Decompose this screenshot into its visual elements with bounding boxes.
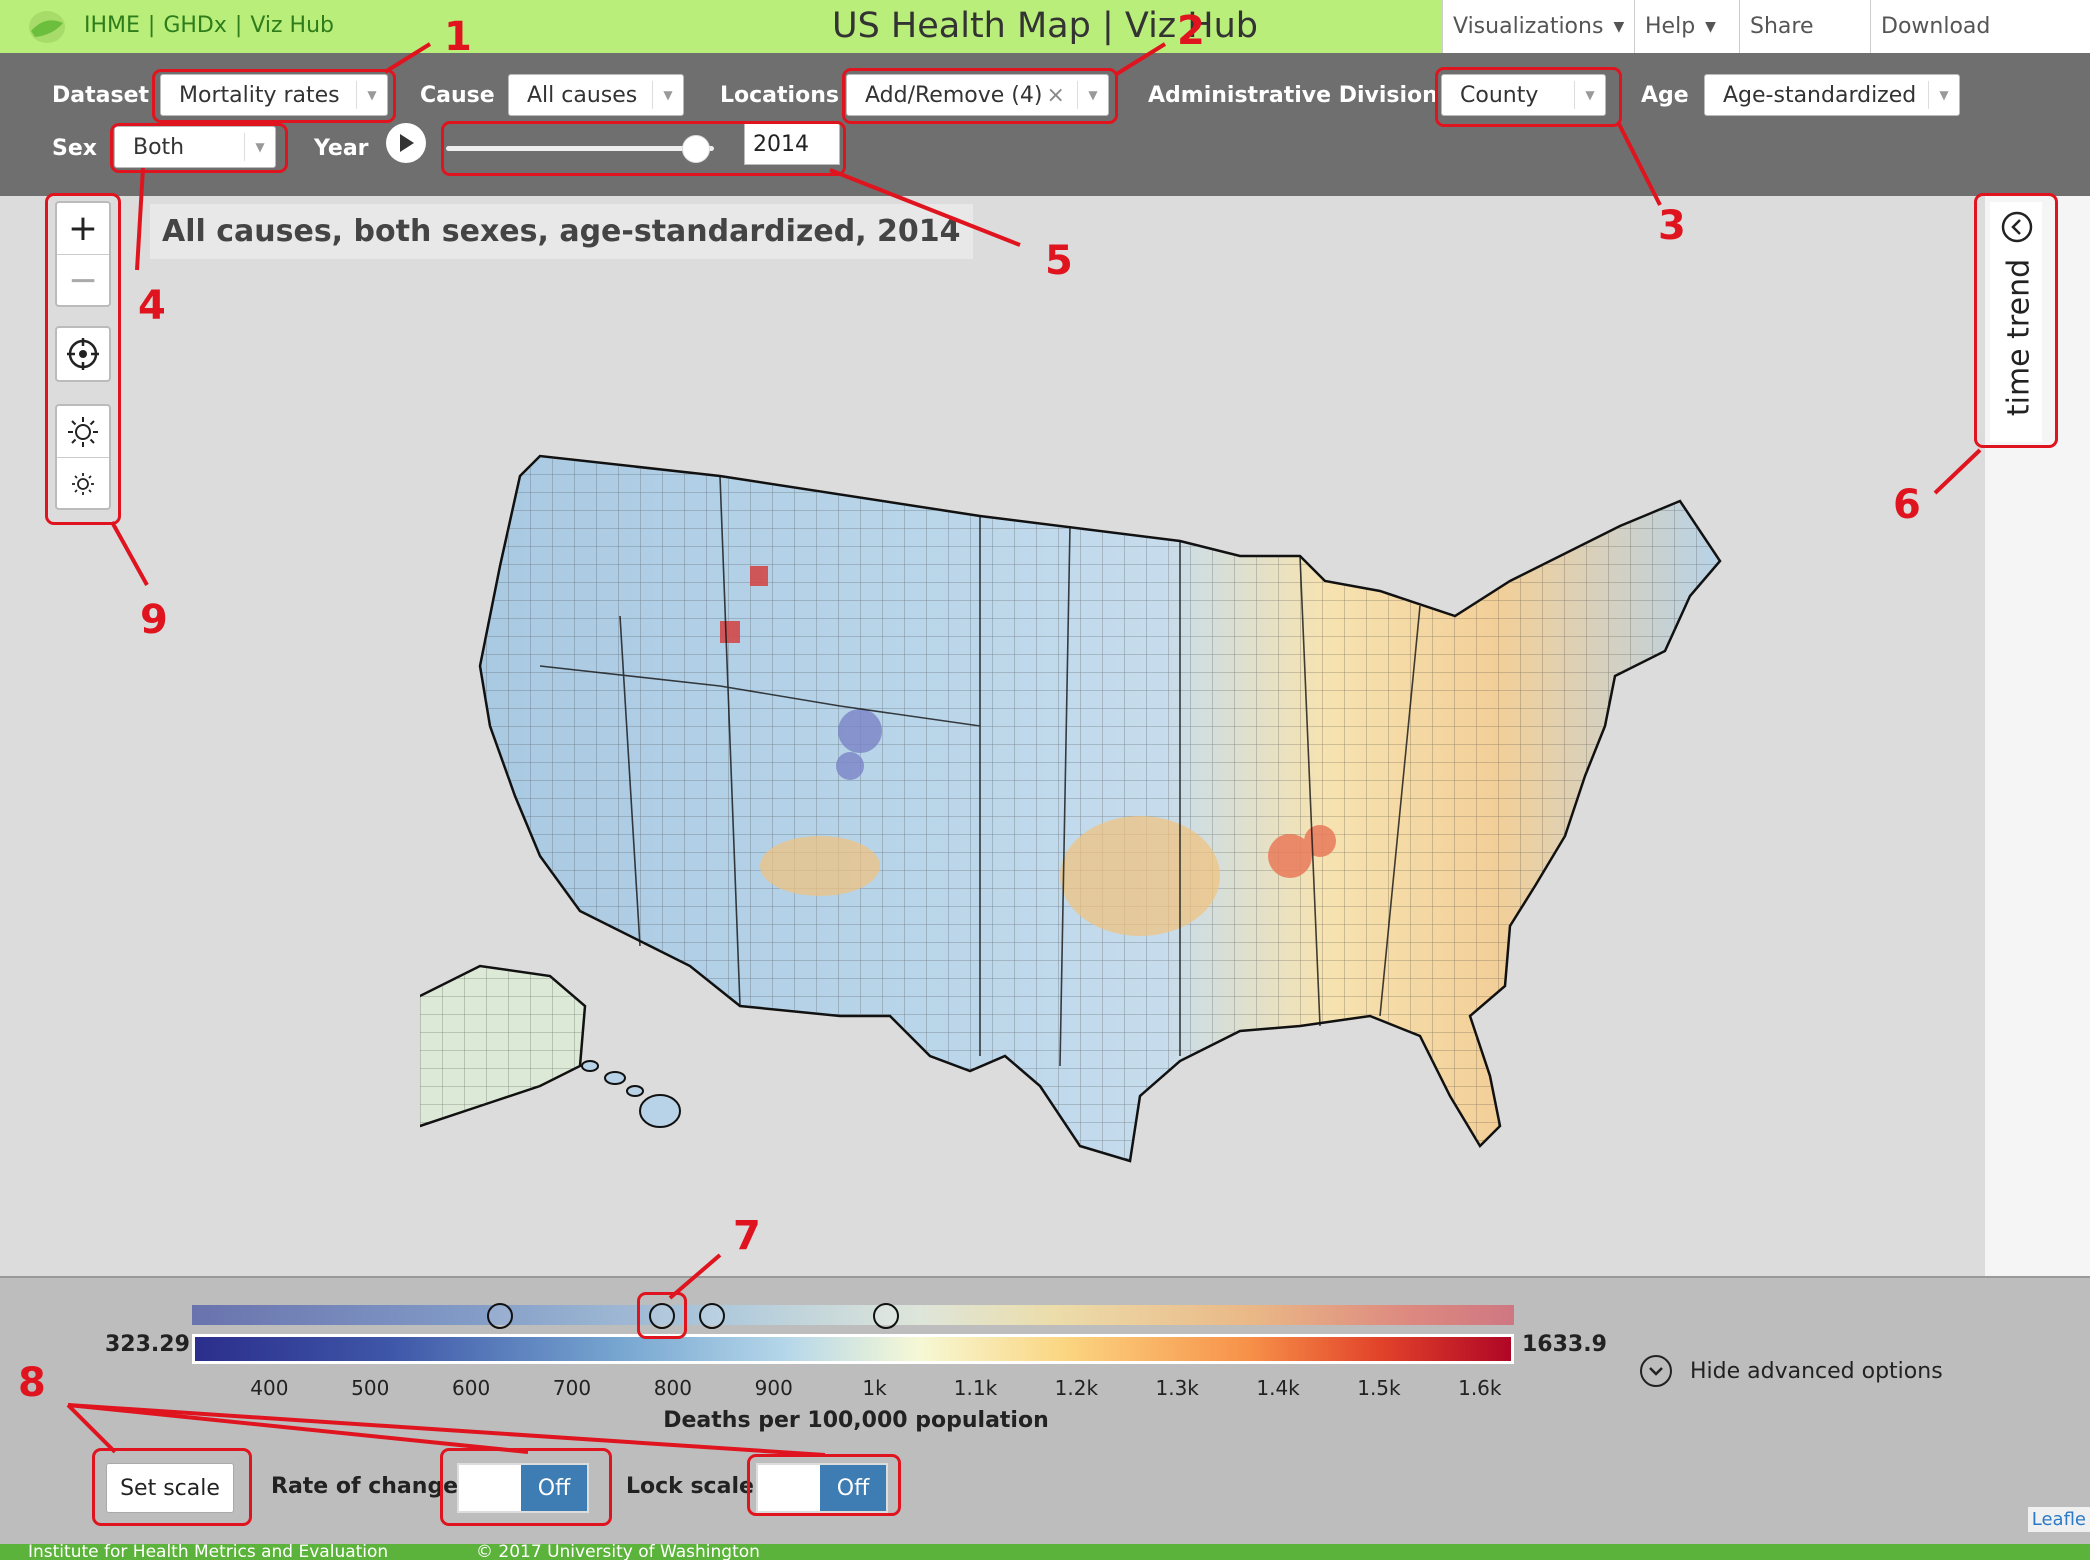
legend-selected-location-dot[interactable] <box>699 1303 726 1329</box>
annotation-box-legend-dot <box>637 1292 687 1339</box>
dataset-label: Dataset <box>52 83 150 108</box>
age-label: Age <box>1641 83 1689 108</box>
nav-visualizations[interactable]: Visualizations ▼ <box>1442 0 1634 53</box>
map-title: All causes, both sexes, age-standardized… <box>150 204 973 259</box>
legend-tick-label: 1.5k <box>1357 1376 1401 1400</box>
hide-advanced-options-label: Hide advanced options <box>1690 1358 1943 1384</box>
annotation-number-3: 3 <box>1658 203 1686 249</box>
annotation-number-1: 1 <box>444 14 472 60</box>
legend-tick-label: 1.2k <box>1054 1376 1099 1400</box>
rate-of-change-label: Rate of change <box>271 1474 459 1499</box>
annotation-box-map-controls <box>45 193 121 525</box>
legend-selected-location-dot[interactable] <box>487 1303 514 1329</box>
hide-advanced-options-button[interactable]: Hide advanced options <box>1640 1355 1943 1387</box>
nav-visualizations-label: Visualizations <box>1453 14 1604 39</box>
chevron-down-icon: ▼ <box>1928 81 1959 109</box>
legend-color-bar[interactable] <box>192 1334 1514 1364</box>
annotation-box-sex <box>110 123 288 173</box>
legend-distribution-strip <box>192 1305 1514 1325</box>
lock-scale-label: Lock scale <box>626 1474 754 1499</box>
cause-value: All causes <box>527 82 638 108</box>
us-county-map[interactable] <box>420 366 1800 1246</box>
chevron-down-icon: ▼ <box>652 81 683 109</box>
sex-label: Sex <box>52 136 97 161</box>
year-label: Year <box>314 136 369 161</box>
nav-help-label: Help <box>1645 14 1696 39</box>
legend-tick-label: 1k <box>862 1376 887 1400</box>
annotation-number-4: 4 <box>138 283 166 329</box>
annotation-number-5: 5 <box>1045 238 1073 284</box>
age-value: Age-standardized <box>1723 82 1917 108</box>
nav-download-label: Download <box>1881 14 1991 39</box>
locations-label: Locations <box>720 83 839 108</box>
annotation-number-2: 2 <box>1177 8 1205 54</box>
annotation-number-6: 6 <box>1893 482 1921 528</box>
legend-min-value: 323.29 <box>105 1332 190 1357</box>
legend-tick-label: 700 <box>552 1376 592 1400</box>
contiguous-us-shape[interactable] <box>478 454 1722 1163</box>
annotation-box-lock-scale <box>747 1454 901 1516</box>
legend-selected-location-dot[interactable] <box>872 1303 899 1329</box>
annotation-box-admin-division <box>1435 67 1622 127</box>
footer: Institute for Health Metrics and Evaluat… <box>0 1544 2090 1560</box>
play-button[interactable] <box>386 123 426 163</box>
alaska-shape[interactable] <box>420 964 587 1136</box>
annotation-box-rate-of-change <box>440 1448 612 1526</box>
legend-tick-label: 800 <box>653 1376 692 1400</box>
vizhub-link[interactable]: Viz Hub <box>250 13 334 38</box>
annotation-box-locations <box>842 68 1118 124</box>
legend-panel: 323.29 1633.9 400 500 600 700 800 900 1k 1.1k 1.… <box>0 1276 2090 1544</box>
legend-max-value: 1633.9 <box>1522 1332 1607 1357</box>
top-nav: Visualizations ▼ Help ▼ Share Download <box>1442 0 2090 53</box>
nav-share[interactable]: Share <box>1739 0 1870 53</box>
legend-tick-label: 600 <box>452 1376 491 1400</box>
annotation-box-year <box>441 121 846 176</box>
age-select[interactable]: Age-standardized ▼ <box>1704 74 1960 116</box>
annotation-box-set-scale <box>92 1448 252 1526</box>
legend-tick-label: 1.1k <box>953 1376 998 1400</box>
top-header: IHME | GHDx | Viz Hub US Health Map | Viz Hu… <box>0 0 2090 53</box>
chevron-down-circle-icon <box>1640 1355 1672 1387</box>
legend-tick-label: 500 <box>351 1376 390 1400</box>
ihme-logo-icon[interactable] <box>27 9 67 45</box>
legend-unit: Deaths per 100,000 population <box>663 1408 1049 1433</box>
nav-help[interactable]: Help ▼ <box>1634 0 1739 53</box>
hawaii-shape[interactable] <box>581 1060 681 1128</box>
legend-tick-label: 400 <box>250 1376 289 1400</box>
legend-tick-label: 1.3k <box>1155 1376 1199 1400</box>
admin-division-label: Administrative Division <box>1148 83 1438 108</box>
ihme-link[interactable]: IHME <box>84 13 140 38</box>
legend-tick-label: 1.6k <box>1458 1376 1502 1400</box>
cause-select[interactable]: All causes ▼ <box>508 74 684 116</box>
caret-down-icon: ▼ <box>1705 18 1716 35</box>
cause-label: Cause <box>420 83 495 108</box>
caret-down-icon: ▼ <box>1613 18 1625 35</box>
play-icon <box>400 134 414 152</box>
footer-copyright: © 2017 University of Washington <box>476 1544 760 1560</box>
ghdx-link[interactable]: GHDx <box>163 13 227 38</box>
leaflet-attribution-link[interactable]: Leafle <box>2027 1507 2090 1532</box>
footer-org: Institute for Health Metrics and Evaluat… <box>28 1544 389 1560</box>
legend-tick-label: 900 <box>754 1376 793 1400</box>
annotation-number-8: 8 <box>18 1360 46 1406</box>
legend-tick-label: 1.4k <box>1256 1376 1300 1400</box>
annotation-number-7: 7 <box>733 1213 761 1259</box>
annotation-box-time-trend <box>1974 193 2058 448</box>
map-area[interactable]: All causes, both sexes, age-standardized… <box>0 196 1985 1276</box>
site-links: IHME | GHDx | Viz Hub <box>84 13 334 38</box>
annotation-box-dataset <box>152 69 396 123</box>
annotation-number-9: 9 <box>140 597 168 643</box>
nav-share-label: Share <box>1750 14 1814 39</box>
nav-download[interactable]: Download <box>1870 0 2090 53</box>
